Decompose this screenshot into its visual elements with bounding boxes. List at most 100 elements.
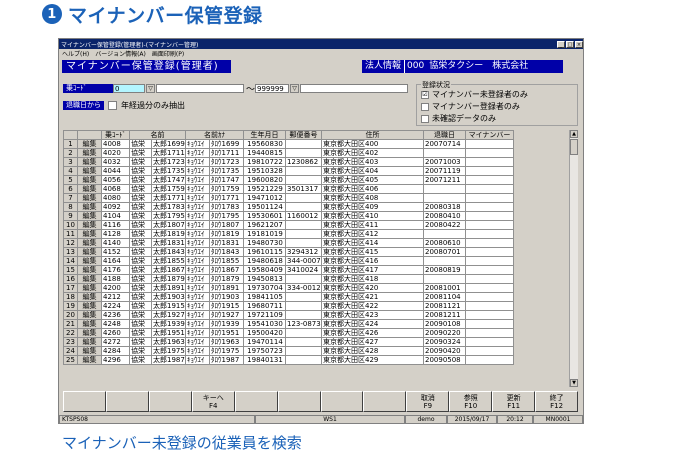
function-key-12[interactable]: 終了 F12 [535,391,579,412]
edit-button[interactable]: 編集 [77,301,102,311]
minimize-button[interactable]: _ [557,40,565,48]
table-row[interactable]: 6 編集 4068 協栄 太郎1759 ｷｮｳｴｲ ﾀﾛｳ1759 19521229 35013… [63,184,514,194]
edit-button[interactable]: 編集 [77,283,102,293]
scroll-down-icon[interactable]: ▼ [570,379,578,387]
edit-button[interactable]: 編集 [77,148,102,158]
edit-button[interactable]: 編集 [77,157,102,167]
table-row[interactable]: 25 編集 4296 協栄 太郎1987 ｷｮｳｴｲ ﾀﾛｳ1987 19840131 東京都大… [63,355,514,365]
function-key-5[interactable] [234,391,278,412]
table-cell: 4176 [101,265,130,275]
function-key-7[interactable] [320,391,364,412]
table-row[interactable]: 12 編集 4140 協栄 太郎1831 ｷｮｳｴｲ ﾀﾛｳ1831 19480730 東京都大… [63,238,514,248]
table-row[interactable]: 2 編集 4020 協栄 太郎1711 ｷｮｳｴｲ ﾀﾛｳ1711 19440815 東京都大田… [63,148,514,158]
table-cell: ｷｮｳｴｲ [185,184,210,194]
checkbox-icon[interactable]: ☑ [421,90,429,99]
edit-button[interactable]: 編集 [77,175,102,185]
table-cell: 東京都大田区400 [321,139,424,149]
table-cell: 4236 [101,310,130,320]
table-row[interactable]: 11 編集 4128 協栄 太郎1819 ｷｮｳｴｲ ﾀﾛｳ1819 19181019 東京都大… [63,229,514,239]
menu-version[interactable]: バージョン情報(A) [95,49,146,58]
code-to-dropdown[interactable]: ▽ [290,84,299,93]
function-key-label: キーへ [202,393,224,402]
menu-print-screen[interactable]: 画面印刷(P) [152,49,184,58]
code-to-input[interactable]: 999999 [255,84,289,93]
function-key-11[interactable]: 更新 F11 [492,391,536,412]
scroll-thumb[interactable] [570,139,578,155]
scroll-up-icon[interactable]: ▲ [570,130,578,138]
table-cell [285,301,322,311]
table-cell: 20080410 [423,211,466,221]
function-key-name: F10 [464,401,478,410]
menu-help[interactable]: ヘルプ(H) [62,49,89,58]
table-row[interactable]: 13 編集 4152 協栄 太郎1843 ｷｮｳｴｲ ﾀﾛｳ1843 19610115 3294… [63,247,514,257]
close-button[interactable]: × [575,40,583,48]
edit-button[interactable]: 編集 [77,220,102,230]
function-key-2[interactable] [105,391,149,412]
table-row[interactable]: 9 編集 4104 協栄 太郎1795 ｷｮｳｴｲ ﾀﾛｳ1795 19530601 11600… [63,211,514,221]
edit-button[interactable]: 編集 [77,346,102,356]
function-key-9[interactable]: 取消 F9 [406,391,450,412]
table-row[interactable]: 22 編集 4260 協栄 太郎1951 ｷｮｳｴｲ ﾀﾛｳ1951 19500420 東京都大… [63,328,514,338]
edit-button[interactable]: 編集 [77,337,102,347]
table-row[interactable]: 1 編集 4008 協栄 太郎1699 ｷｮｳｴｲ ﾀﾛｳ1699 19560830 東京都大田… [63,139,514,149]
checkbox-icon[interactable] [421,114,429,123]
table-row[interactable]: 21 編集 4248 協栄 太郎1939 ｷｮｳｴｲ ﾀﾛｳ1939 19541030 123-… [63,319,514,329]
edit-button[interactable]: 編集 [77,184,102,194]
edit-button[interactable]: 編集 [77,274,102,284]
retire-years-input[interactable] [108,101,117,110]
table-row[interactable]: 17 編集 4200 協栄 太郎1891 ｷｮｳｴｲ ﾀﾛｳ1891 19730704 334-… [63,283,514,293]
table-row[interactable]: 10 編集 4116 協栄 太郎1807 ｷｮｳｴｲ ﾀﾛｳ1807 19621207 東京都大… [63,220,514,230]
table-row[interactable]: 4 編集 4044 協栄 太郎1735 ｷｮｳｴｲ ﾀﾛｳ1735 19510328 東京都大田… [63,166,514,176]
opt-registered[interactable]: マイナンバー登録者のみ [421,101,520,112]
edit-button[interactable]: 編集 [77,247,102,257]
table-cell: ﾀﾛｳ1927 [209,310,244,320]
table-scrollbar[interactable]: ▲ ▼ [569,130,578,387]
function-key-10[interactable]: 参照 F10 [449,391,493,412]
table-row[interactable]: 8 編集 4092 協栄 太郎1783 ｷｮｳｴｲ ﾀﾛｳ1783 19501124 東京都大田… [63,202,514,212]
table-cell: 3294312 [285,247,322,257]
table-row[interactable]: 23 編集 4272 協栄 太郎1963 ｷｮｳｴｲ ﾀﾛｳ1963 19470114 東京都大… [63,337,514,347]
opt-unregistered[interactable]: ☑ マイナンバー未登録者のみ [421,89,528,100]
edit-button[interactable]: 編集 [77,328,102,338]
table-cell: 協栄 [129,202,152,212]
edit-button[interactable]: 編集 [77,310,102,320]
edit-button[interactable]: 編集 [77,229,102,239]
edit-button[interactable]: 編集 [77,256,102,266]
table-cell: 20071119 [423,166,466,176]
function-key-8[interactable] [363,391,407,412]
function-key-4[interactable]: キーへ F4 [191,391,235,412]
edit-button[interactable]: 編集 [77,166,102,176]
maximize-button[interactable]: □ [566,40,574,48]
table-row[interactable]: 19 編集 4224 協栄 太郎1915 ｷｮｳｴｲ ﾀﾛｳ1915 19680711 東京都大… [63,301,514,311]
edit-button[interactable]: 編集 [77,265,102,275]
opt-unconfirmed[interactable]: 未確認データのみ [421,113,496,124]
table-cell [285,139,322,149]
code-from-dropdown[interactable]: ▽ [146,84,155,93]
table-cell [465,148,514,158]
edit-button[interactable]: 編集 [77,292,102,302]
function-key-6[interactable] [277,391,321,412]
table-row[interactable]: 15 編集 4176 協栄 太郎1867 ｷｮｳｴｲ ﾀﾛｳ1867 19580409 3410… [63,265,514,275]
table-row[interactable]: 7 編集 4080 協栄 太郎1771 ｷｮｳｴｲ ﾀﾛｳ1771 19471012 東京都大田… [63,193,514,203]
edit-button[interactable]: 編集 [77,202,102,212]
edit-button[interactable]: 編集 [77,193,102,203]
code-from-input[interactable]: 0 [113,84,145,93]
table-row[interactable]: 3 編集 4032 協栄 太郎1723 ｷｮｳｴｲ ﾀﾛｳ1723 19810722 12308… [63,157,514,167]
function-key-1[interactable] [63,391,106,412]
edit-button[interactable]: 編集 [77,355,102,365]
edit-button[interactable]: 編集 [77,319,102,329]
table-row[interactable]: 5 編集 4056 協栄 太郎1747 ｷｮｳｴｲ ﾀﾛｳ1747 19600820 東京都大田… [63,175,514,185]
table-cell: 20081001 [423,283,466,293]
table-cell: 4044 [101,166,130,176]
checkbox-icon[interactable] [421,102,429,111]
table-cell [465,319,514,329]
table-row[interactable]: 16 編集 4188 協栄 太郎1879 ｷｮｳｴｲ ﾀﾛｳ1879 19450813 東京都大… [63,274,514,284]
table-row[interactable]: 14 編集 4164 協栄 太郎1855 ｷｮｳｴｲ ﾀﾛｳ1855 19480618 344-… [63,256,514,266]
table-row[interactable]: 20 編集 4236 協栄 太郎1927 ｷｮｳｴｲ ﾀﾛｳ1927 19721109 東京都大… [63,310,514,320]
edit-button[interactable]: 編集 [77,238,102,248]
function-key-3[interactable] [148,391,192,412]
table-row[interactable]: 18 編集 4212 協栄 太郎1903 ｷｮｳｴｲ ﾀﾛｳ1903 19841105 東京都大… [63,292,514,302]
edit-button[interactable]: 編集 [77,139,102,149]
table-row[interactable]: 24 編集 4284 協栄 太郎1975 ｷｮｳｴｲ ﾀﾛｳ1975 19750723 東京都大… [63,346,514,356]
edit-button[interactable]: 編集 [77,211,102,221]
